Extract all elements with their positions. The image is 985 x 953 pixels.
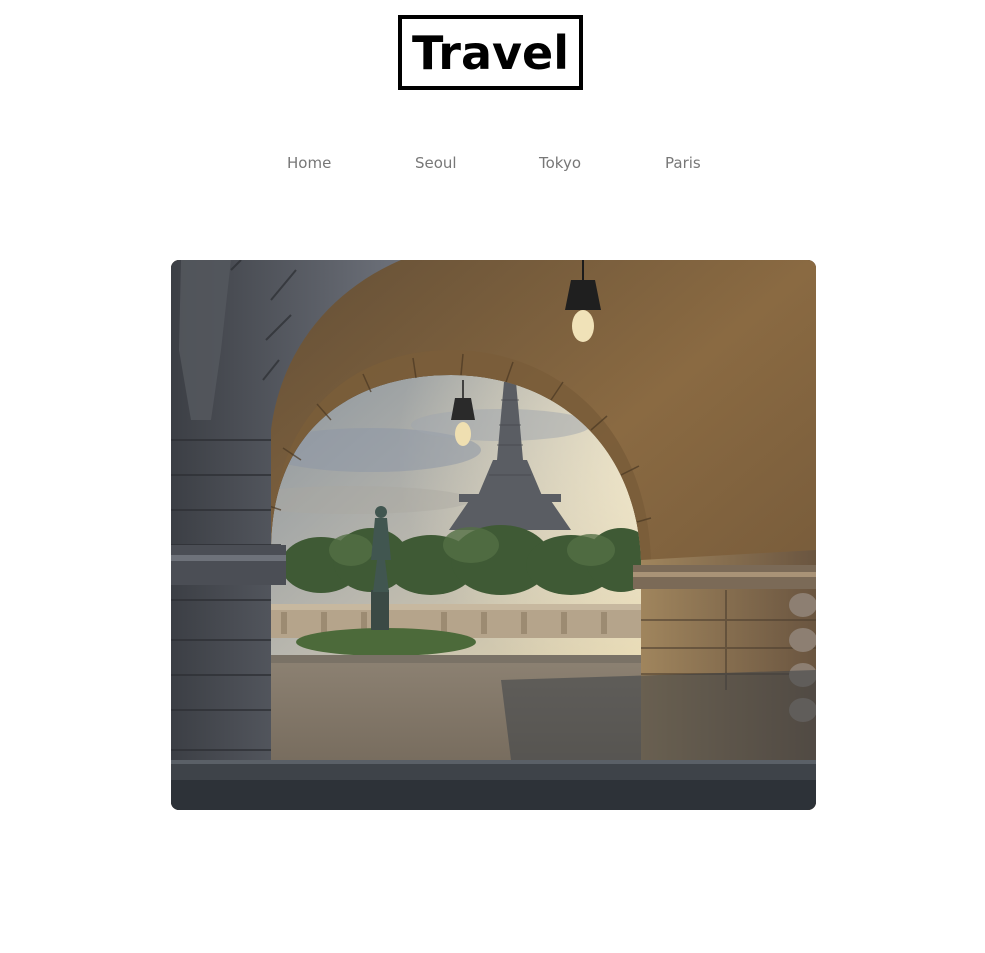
nav-link-paris[interactable]: Paris xyxy=(665,152,701,174)
nav-link-seoul[interactable]: Seoul xyxy=(415,152,457,174)
main-nav: Home Seoul Tokyo Paris xyxy=(0,152,985,176)
nav-link-home[interactable]: Home xyxy=(287,152,331,174)
nav-link-tokyo[interactable]: Tokyo xyxy=(539,152,581,174)
site-logo[interactable]: Travel xyxy=(398,15,583,90)
hero-image xyxy=(171,260,816,810)
hero-illustration xyxy=(171,260,816,810)
